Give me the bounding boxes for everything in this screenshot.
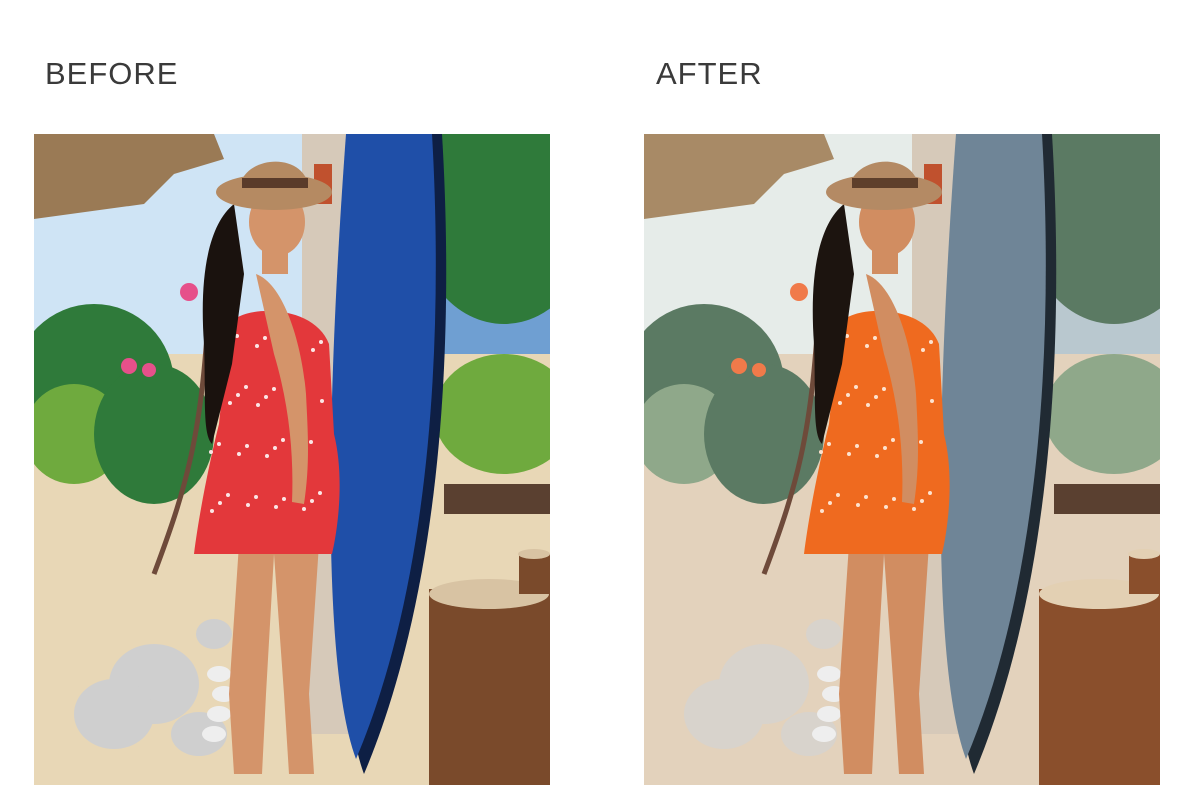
stump-small-top bbox=[518, 549, 550, 559]
dress-pattern bbox=[310, 499, 314, 503]
dress-pattern bbox=[256, 403, 260, 407]
deck bbox=[1054, 484, 1160, 514]
rock bbox=[74, 679, 154, 749]
dress-pattern bbox=[309, 440, 313, 444]
dress-pattern bbox=[930, 399, 934, 403]
dress-pattern bbox=[855, 444, 859, 448]
dress-pattern bbox=[921, 348, 925, 352]
dress-pattern bbox=[228, 401, 232, 405]
dress-pattern bbox=[273, 446, 277, 450]
dress-pattern bbox=[919, 440, 923, 444]
dress-pattern bbox=[864, 495, 868, 499]
dress-pattern bbox=[891, 438, 895, 442]
dress-pattern bbox=[865, 344, 869, 348]
dress-pattern bbox=[236, 393, 240, 397]
flower bbox=[731, 358, 747, 374]
rock bbox=[684, 679, 764, 749]
pebble bbox=[817, 706, 841, 722]
dress-pattern bbox=[847, 452, 851, 456]
photo-scene bbox=[644, 134, 1160, 785]
neck bbox=[262, 244, 288, 274]
after-label: AFTER bbox=[656, 56, 763, 91]
neck bbox=[872, 244, 898, 274]
dress-pattern bbox=[226, 493, 230, 497]
photo-scene bbox=[34, 134, 550, 785]
dress-pattern bbox=[264, 395, 268, 399]
before-photo bbox=[34, 134, 550, 785]
flower bbox=[790, 283, 808, 301]
dress-pattern bbox=[874, 395, 878, 399]
dress-pattern bbox=[920, 499, 924, 503]
dress-pattern bbox=[854, 385, 858, 389]
stump-small bbox=[1129, 554, 1160, 594]
dress-pattern bbox=[882, 387, 886, 391]
pebble bbox=[207, 706, 231, 722]
pebble bbox=[202, 726, 226, 742]
pebble bbox=[812, 726, 836, 742]
stump bbox=[429, 589, 550, 785]
before-label: BEFORE bbox=[45, 56, 179, 91]
dress-pattern bbox=[892, 497, 896, 501]
stump bbox=[1039, 589, 1160, 785]
dress-pattern bbox=[828, 501, 832, 505]
dress-pattern bbox=[856, 503, 860, 507]
dress-pattern bbox=[282, 497, 286, 501]
dress-pattern bbox=[245, 444, 249, 448]
dress-pattern bbox=[265, 454, 269, 458]
dress-pattern bbox=[838, 401, 842, 405]
dress-pattern bbox=[263, 336, 267, 340]
stump-small bbox=[519, 554, 550, 594]
dress-pattern bbox=[827, 442, 831, 446]
dress-pattern bbox=[281, 438, 285, 442]
dress-pattern bbox=[255, 344, 259, 348]
dress-pattern bbox=[836, 493, 840, 497]
dress-pattern bbox=[884, 505, 888, 509]
dress-pattern bbox=[912, 507, 916, 511]
after-photo bbox=[644, 134, 1160, 785]
flower bbox=[142, 363, 156, 377]
dress-pattern bbox=[929, 340, 933, 344]
flower bbox=[121, 358, 137, 374]
hat-band bbox=[852, 178, 918, 188]
flower bbox=[752, 363, 766, 377]
dress-pattern bbox=[274, 505, 278, 509]
rock bbox=[806, 619, 842, 649]
dress-pattern bbox=[318, 491, 322, 495]
dress-pattern bbox=[254, 495, 258, 499]
dress-pattern bbox=[272, 387, 276, 391]
deck bbox=[444, 484, 550, 514]
pebble bbox=[817, 666, 841, 682]
dress-pattern bbox=[866, 403, 870, 407]
dress-pattern bbox=[311, 348, 315, 352]
dress-pattern bbox=[819, 450, 823, 454]
dress-pattern bbox=[217, 442, 221, 446]
dress-pattern bbox=[873, 336, 877, 340]
dress-pattern bbox=[246, 503, 250, 507]
dress-pattern bbox=[883, 446, 887, 450]
dress-pattern bbox=[928, 491, 932, 495]
dress-pattern bbox=[320, 399, 324, 403]
pebble bbox=[207, 666, 231, 682]
dress-pattern bbox=[210, 509, 214, 513]
dress-pattern bbox=[302, 507, 306, 511]
dress-pattern bbox=[218, 501, 222, 505]
dress-pattern bbox=[319, 340, 323, 344]
dress-pattern bbox=[244, 385, 248, 389]
dress-pattern bbox=[209, 450, 213, 454]
dress-pattern bbox=[846, 393, 850, 397]
dress-pattern bbox=[875, 454, 879, 458]
hat-band bbox=[242, 178, 308, 188]
flower bbox=[180, 283, 198, 301]
rock bbox=[196, 619, 232, 649]
stump-small-top bbox=[1128, 549, 1160, 559]
dress-pattern bbox=[237, 452, 241, 456]
dress-pattern bbox=[820, 509, 824, 513]
